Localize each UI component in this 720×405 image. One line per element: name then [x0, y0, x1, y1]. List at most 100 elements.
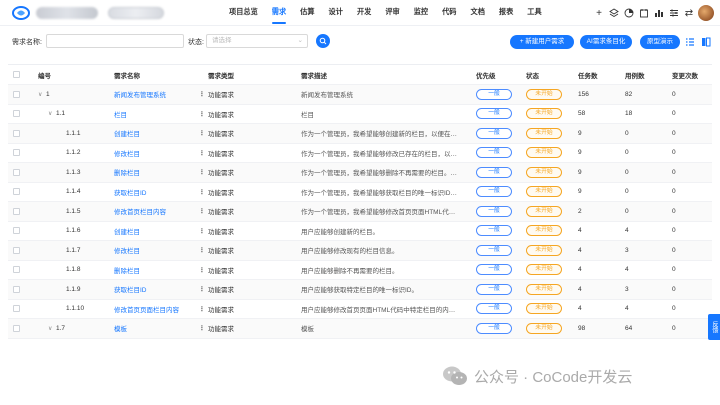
- row-checkbox-cell[interactable]: [13, 319, 23, 338]
- row-checkbox[interactable]: [13, 129, 20, 137]
- table-row[interactable]: 1.1.8 删除栏目 ⋮ 功能需求 用户应能够删除不再需要的栏目。 一般 未开始 4 4 0: [8, 261, 712, 280]
- more-actions-icon[interactable]: ⋮: [198, 261, 206, 280]
- more-actions-icon[interactable]: ⋮: [198, 144, 206, 163]
- nav-item[interactable]: 文档: [464, 0, 492, 26]
- row-checkbox-cell[interactable]: [13, 124, 23, 143]
- priority-badge[interactable]: 一般: [476, 225, 512, 237]
- header-name[interactable]: 需求名称: [114, 65, 204, 84]
- row-checkbox-cell[interactable]: [13, 144, 23, 163]
- more-actions-icon[interactable]: ⋮: [198, 280, 206, 299]
- more-actions-icon[interactable]: ⋮: [198, 163, 206, 182]
- row-checkbox[interactable]: [13, 324, 20, 332]
- select-all-checkbox-cell[interactable]: [13, 65, 23, 84]
- table-row[interactable]: 1.1.5 修改首页栏目内容 ⋮ 功能需求 作为一个管理员，我希望能够修改首页页面HTM…: [8, 202, 712, 222]
- requirement-name-link[interactable]: 修改栏目: [114, 241, 204, 260]
- status-badge[interactable]: 未开始: [526, 108, 562, 120]
- table-row[interactable]: ∨ 1.7 模板 ⋮ 功能需求 模板 一般 未开始 98 64 0: [8, 319, 712, 339]
- header-number[interactable]: 编号: [38, 65, 108, 84]
- status-badge[interactable]: 未开始: [526, 166, 562, 178]
- status-select[interactable]: 请选择 ⌄: [206, 34, 308, 48]
- header-change-count[interactable]: 变更次数: [672, 65, 712, 84]
- requirement-name-link[interactable]: 删除栏目: [114, 261, 204, 280]
- status-badge[interactable]: 未开始: [526, 283, 562, 295]
- row-checkbox-cell[interactable]: [13, 261, 23, 280]
- priority-badge[interactable]: 一般: [476, 88, 512, 100]
- bar-chart-icon[interactable]: [653, 6, 665, 20]
- requirement-name-link[interactable]: 获取栏目ID: [114, 280, 204, 299]
- row-checkbox[interactable]: [13, 110, 20, 118]
- priority-badge[interactable]: 一般: [476, 127, 512, 139]
- priority-badge[interactable]: 一般: [476, 303, 512, 315]
- expand-toggle-icon[interactable]: ∨: [48, 110, 56, 117]
- header-case-count[interactable]: 用例数: [625, 65, 665, 84]
- more-actions-icon[interactable]: ⋮: [198, 105, 206, 124]
- status-badge[interactable]: 未开始: [526, 322, 562, 334]
- requirement-name-input[interactable]: [46, 34, 184, 48]
- table-row[interactable]: 1.1.10 修改首页页面栏目内容 ⋮ 功能需求 用户应能够修改首页页面HTML代码中特…: [8, 300, 712, 319]
- row-checkbox[interactable]: [13, 246, 20, 254]
- blurred-project-selector[interactable]: [108, 7, 164, 19]
- requirement-name-link[interactable]: 修改栏目: [114, 144, 204, 163]
- row-checkbox[interactable]: [13, 266, 20, 274]
- expand-toggle-icon[interactable]: ∨: [38, 91, 46, 98]
- row-checkbox[interactable]: [13, 207, 20, 215]
- nav-item[interactable]: 项目总览: [222, 0, 265, 26]
- more-actions-icon[interactable]: ⋮: [198, 241, 206, 260]
- requirement-name-link[interactable]: 修改首页页面栏目内容: [114, 300, 204, 319]
- header-status[interactable]: 状态: [526, 65, 566, 84]
- new-user-requirement-button[interactable]: + 新建用户需求: [510, 35, 574, 49]
- nav-item[interactable]: 开发: [350, 0, 378, 26]
- row-checkbox-cell[interactable]: [13, 300, 23, 319]
- row-checkbox-cell[interactable]: [13, 241, 23, 260]
- row-checkbox-cell[interactable]: [13, 202, 23, 221]
- row-checkbox-cell[interactable]: [13, 222, 23, 241]
- table-row[interactable]: 1.1.3 删除栏目 ⋮ 功能需求 作为一个管理员，我希望能够删除不再需要的栏目。… 一般…: [8, 163, 712, 183]
- nav-item[interactable]: 监控: [407, 0, 435, 26]
- row-checkbox[interactable]: [13, 90, 20, 98]
- status-badge[interactable]: 未开始: [526, 186, 562, 198]
- more-actions-icon[interactable]: ⋮: [198, 300, 206, 319]
- requirement-name-link[interactable]: 删除栏目: [114, 163, 204, 182]
- nav-item[interactable]: 设计: [322, 0, 350, 26]
- row-checkbox[interactable]: [13, 188, 20, 196]
- table-row[interactable]: 1.1.7 修改栏目 ⋮ 功能需求 用户应能够修改现有的栏目信息。 一般 未开始 4 3 0: [8, 241, 712, 261]
- table-row[interactable]: 1.1.6 创建栏目 ⋮ 功能需求 用户应能够创建新的栏目。 一般 未开始 4 4 0: [8, 222, 712, 241]
- status-badge[interactable]: 未开始: [526, 205, 562, 217]
- requirement-name-link[interactable]: 创建栏目: [114, 222, 204, 241]
- priority-badge[interactable]: 一般: [476, 264, 512, 276]
- requirement-name-link[interactable]: 栏目: [114, 105, 204, 124]
- more-actions-icon[interactable]: ⋮: [198, 202, 206, 221]
- table-row[interactable]: ∨ 1.1 栏目 ⋮ 功能需求 栏目 一般 未开始 58 18 0: [8, 105, 712, 124]
- requirement-name-link[interactable]: 新闻发布管理系统: [114, 85, 204, 104]
- table-row[interactable]: 1.1.1 创建栏目 ⋮ 功能需求 作为一个管理员，我希望能够创建新的栏目，以便在… 一般…: [8, 124, 712, 144]
- row-checkbox[interactable]: [13, 285, 20, 293]
- header-task-count[interactable]: 任务数: [578, 65, 618, 84]
- swap-icon[interactable]: ⇄: [683, 6, 695, 20]
- table-row[interactable]: 1.1.2 修改栏目 ⋮ 功能需求 作为一个管理员，我希望能够修改已存在的栏目，以… 一般…: [8, 144, 712, 163]
- app-logo[interactable]: [12, 5, 30, 20]
- row-checkbox-cell[interactable]: [13, 163, 23, 182]
- ai-itemize-button[interactable]: AI需求条目化: [580, 35, 632, 49]
- status-badge[interactable]: 未开始: [526, 88, 562, 100]
- user-avatar[interactable]: [698, 5, 714, 21]
- nav-item[interactable]: 估算: [293, 0, 321, 26]
- layers-icon[interactable]: [608, 6, 620, 20]
- priority-badge[interactable]: 一般: [476, 322, 512, 334]
- expand-toggle-icon[interactable]: ∨: [48, 325, 56, 332]
- row-checkbox-cell[interactable]: [13, 280, 23, 299]
- row-checkbox[interactable]: [13, 227, 20, 235]
- header-type[interactable]: 需求类型: [208, 65, 288, 84]
- column-settings-icon[interactable]: [700, 35, 712, 49]
- more-actions-icon[interactable]: ⋮: [198, 85, 206, 104]
- more-actions-icon[interactable]: ⋮: [198, 319, 206, 338]
- requirement-name-link[interactable]: 获取栏目ID: [114, 183, 204, 202]
- more-actions-icon[interactable]: ⋮: [198, 124, 206, 143]
- status-badge[interactable]: 未开始: [526, 303, 562, 315]
- nav-item[interactable]: 代码: [435, 0, 463, 26]
- nav-item[interactable]: 评审: [378, 0, 406, 26]
- table-row[interactable]: 1.1.9 获取栏目ID ⋮ 功能需求 用户应能够获取特定栏目的唯一标识ID。 一般 未开始…: [8, 280, 712, 300]
- priority-badge[interactable]: 一般: [476, 283, 512, 295]
- row-checkbox[interactable]: [13, 168, 20, 176]
- header-priority[interactable]: 优先级: [476, 65, 516, 84]
- priority-badge[interactable]: 一般: [476, 186, 512, 198]
